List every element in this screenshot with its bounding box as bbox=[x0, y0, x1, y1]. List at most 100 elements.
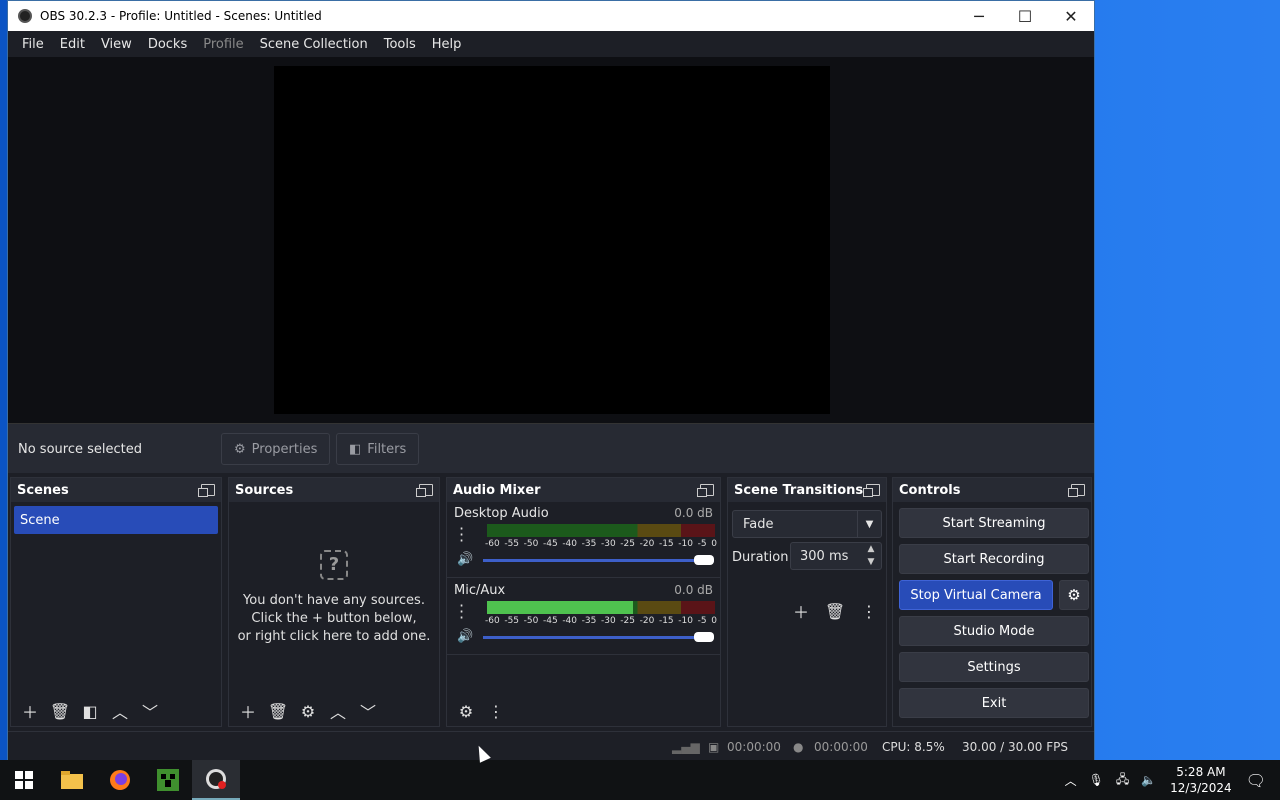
move-down-button[interactable]: ﹀ bbox=[355, 698, 381, 724]
menu-tools[interactable]: Tools bbox=[376, 37, 424, 52]
clock[interactable]: 5:28 AM 12/3/2024 bbox=[1170, 764, 1232, 796]
transitions-title: Scene Transitions bbox=[734, 482, 864, 498]
clock-time: 5:28 AM bbox=[1176, 765, 1226, 779]
menu-bar: File Edit View Docks Profile Scene Colle… bbox=[8, 31, 1094, 57]
filters-button[interactable]: ◧ Filters bbox=[336, 433, 420, 465]
close-button[interactable]: ✕ bbox=[1048, 1, 1094, 31]
duration-field[interactable]: 300 ms ▲ ▼ bbox=[790, 542, 882, 570]
empty-sources-message: ? You don't have any sources. Click the … bbox=[229, 550, 439, 646]
stream-time: 00:00:00 bbox=[727, 740, 781, 754]
meter-scale-tick: -25 bbox=[620, 616, 635, 626]
add-source-button[interactable]: ＋ bbox=[235, 698, 261, 724]
speaker-icon[interactable]: 🔊 bbox=[457, 629, 473, 644]
obs-taskbar-icon[interactable] bbox=[192, 760, 240, 800]
undock-icon[interactable] bbox=[697, 484, 714, 497]
microphone-icon[interactable]: 🎙 bbox=[1089, 773, 1104, 787]
network-icon[interactable]: 🖧 bbox=[1116, 770, 1129, 791]
minecraft-icon[interactable] bbox=[144, 760, 192, 800]
move-up-button[interactable]: ︿ bbox=[325, 698, 351, 724]
properties-button[interactable]: ⚙ Properties bbox=[221, 433, 331, 465]
advanced-audio-settings-icon[interactable]: ⚙ bbox=[453, 698, 479, 724]
empty-sources-line: Click the + button below, bbox=[251, 611, 417, 626]
move-up-button[interactable]: ︿ bbox=[107, 698, 133, 724]
chevron-down-icon[interactable]: ▼ bbox=[857, 511, 881, 537]
gear-icon[interactable]: ⚙ bbox=[295, 698, 321, 724]
menu-edit[interactable]: Edit bbox=[52, 37, 93, 52]
chevron-up-icon[interactable]: ︿ bbox=[1065, 772, 1077, 789]
meter-scale-tick: -10 bbox=[678, 616, 693, 626]
menu-docks[interactable]: Docks bbox=[140, 37, 195, 52]
record-time: 00:00:00 bbox=[814, 740, 868, 754]
kebab-menu-icon[interactable]: ⋮ bbox=[856, 598, 882, 624]
trash-icon[interactable]: 🗑 bbox=[822, 598, 848, 624]
undock-icon[interactable] bbox=[863, 484, 880, 497]
meter-scale-tick: 0 bbox=[711, 539, 717, 549]
exit-button[interactable]: Exit bbox=[899, 688, 1089, 718]
menu-help[interactable]: Help bbox=[424, 37, 470, 52]
mixer-channel: Mic/Aux 0.0 dB · · · -60 -55 -50 -45 -40 -35 -30… bbox=[447, 579, 720, 655]
audio-mixer-dock: Audio Mixer Desktop Audio 0.0 dB · · · -60… bbox=[446, 477, 721, 727]
kebab-menu-icon[interactable]: · · · bbox=[459, 521, 464, 549]
gear-icon: ⚙ bbox=[234, 441, 246, 457]
volume-meter bbox=[487, 601, 715, 614]
maximize-button[interactable]: ☐ bbox=[1002, 1, 1048, 31]
meter-scale-tick: -60 bbox=[485, 539, 500, 549]
transition-select[interactable]: Fade ▼ bbox=[732, 510, 882, 538]
status-bar: ▂▄▆ ▣ 00:00:00 ● 00:00:00 CPU: 8.5% 30.0… bbox=[8, 731, 1094, 761]
meter-scale-tick: -20 bbox=[639, 616, 655, 626]
meter-scale-tick: -45 bbox=[542, 539, 558, 549]
spinner-icon[interactable]: ▲ ▼ bbox=[861, 543, 881, 569]
preview-area bbox=[8, 57, 1094, 423]
minimize-button[interactable]: ─ bbox=[956, 1, 1002, 31]
obs-window: OBS 30.2.3 - Profile: Untitled - Scenes:… bbox=[7, 0, 1095, 761]
program-preview[interactable] bbox=[274, 66, 830, 414]
menu-profile[interactable]: Profile bbox=[195, 37, 251, 52]
scene-filters-button[interactable]: ◧ bbox=[77, 698, 103, 724]
volume-slider[interactable] bbox=[483, 555, 714, 565]
trash-icon[interactable]: 🗑 bbox=[47, 698, 73, 724]
trash-icon[interactable]: 🗑 bbox=[265, 698, 291, 724]
stop-virtual-camera-button[interactable]: Stop Virtual Camera bbox=[899, 580, 1053, 610]
start-recording-button[interactable]: Start Recording bbox=[899, 544, 1089, 574]
studio-mode-button[interactable]: Studio Mode bbox=[899, 616, 1089, 646]
meter-scale-tick: -20 bbox=[639, 539, 655, 549]
kebab-menu-icon[interactable]: ⋮ bbox=[483, 698, 509, 724]
slider-handle[interactable] bbox=[694, 632, 714, 642]
scene-list-item[interactable]: Scene bbox=[14, 506, 218, 534]
speaker-icon[interactable]: 🔊 bbox=[457, 552, 473, 567]
settings-button[interactable]: Settings bbox=[899, 652, 1089, 682]
meter-scale-tick: -30 bbox=[600, 539, 616, 549]
title-bar[interactable]: OBS 30.2.3 - Profile: Untitled - Scenes:… bbox=[8, 1, 1094, 31]
start-streaming-button[interactable]: Start Streaming bbox=[899, 508, 1089, 538]
menu-file[interactable]: File bbox=[14, 37, 52, 52]
volume-meter bbox=[487, 524, 715, 537]
meter-scale: -60 -55 -50 -45 -40 -35 -30 -25 -20 -15 -10 -5 0 bbox=[485, 616, 717, 626]
duration-value: 300 ms bbox=[800, 548, 849, 564]
file-explorer-icon[interactable] bbox=[48, 760, 96, 800]
menu-scene-collection[interactable]: Scene Collection bbox=[252, 37, 376, 52]
notification-icon[interactable]: 🗨 bbox=[1246, 771, 1266, 790]
scenes-title: Scenes bbox=[17, 482, 69, 498]
meter-scale-tick: -55 bbox=[504, 616, 520, 626]
source-toolbar: No source selected ⚙ Properties ◧ Filter… bbox=[8, 423, 1094, 473]
signal-icon: ▂▄▆ bbox=[672, 740, 700, 754]
cpu-usage: CPU: 8.5% bbox=[882, 740, 945, 754]
slider-handle[interactable] bbox=[694, 555, 714, 565]
gear-icon[interactable]: ⚙ bbox=[1059, 580, 1089, 610]
move-down-button[interactable]: ﹀ bbox=[137, 698, 163, 724]
firefox-icon[interactable] bbox=[96, 760, 144, 800]
scenes-dock: Scenes Scene ＋ 🗑 ◧ ︿ ﹀ bbox=[10, 477, 222, 727]
channel-name: Desktop Audio bbox=[454, 506, 549, 521]
sources-list[interactable]: ? You don't have any sources. Click the … bbox=[229, 502, 439, 696]
undock-icon[interactable] bbox=[416, 484, 433, 497]
windows-start-icon[interactable] bbox=[0, 760, 48, 800]
channel-db: 0.0 dB bbox=[674, 506, 713, 520]
add-transition-button[interactable]: ＋ bbox=[788, 598, 814, 624]
filters-label: Filters bbox=[367, 441, 407, 457]
menu-view[interactable]: View bbox=[93, 37, 140, 52]
speaker-icon[interactable]: 🔈 bbox=[1141, 773, 1156, 787]
undock-icon[interactable] bbox=[198, 484, 215, 497]
volume-slider[interactable] bbox=[483, 632, 714, 642]
add-scene-button[interactable]: ＋ bbox=[17, 698, 43, 724]
kebab-menu-icon[interactable]: · · · bbox=[459, 598, 464, 626]
